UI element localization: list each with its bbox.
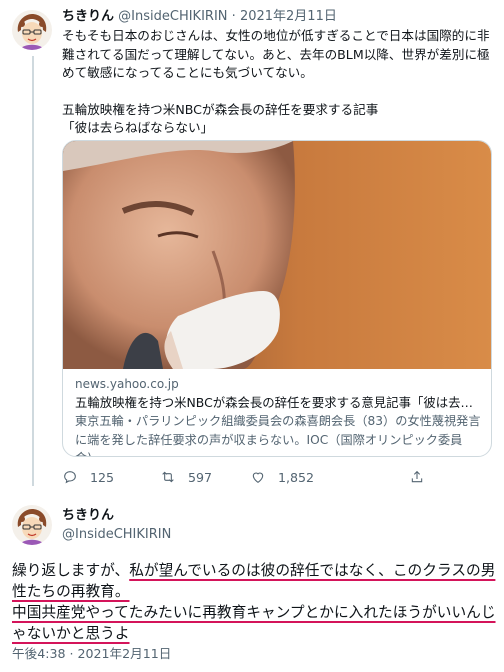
tweet-timestamp[interactable]: 午後4:38 · 2021年2月11日 — [12, 645, 171, 663]
link-card[interactable]: news.yahoo.co.jp 五輪放映権を持つ米NBCが森会長の辞任を要求す… — [62, 140, 492, 457]
separator: · — [231, 9, 236, 24]
tweet-text-segment: 繰り返しますが、 — [12, 562, 130, 579]
tweet-text: そもそも日本のおじさんは、女性の地位が低すぎることで日本は国際的に非難されてる国… — [62, 27, 494, 138]
avatar-illustration — [12, 10, 52, 50]
reply-icon — [64, 471, 76, 484]
author-handle[interactable]: @InsideCHIKIRIN — [62, 526, 171, 544]
avatar[interactable] — [12, 505, 52, 545]
avatar[interactable] — [12, 10, 52, 50]
tweet-header: ちきりん @InsideCHIKIRIN · 2021年2月11日 — [62, 8, 337, 26]
tweet-date[interactable]: 2021年2月11日 — [240, 9, 337, 24]
thread-connector — [32, 56, 34, 486]
reply-count: 125 — [90, 469, 115, 485]
card-text: news.yahoo.co.jp 五輪放映権を持つ米NBCが森会長の辞任を要求す… — [75, 375, 485, 456]
tweet-text: 繰り返しますが、私が望んでいるのは彼の辞任ではなく、このクラスの男性たちの再教育… — [12, 560, 496, 644]
card-domain: news.yahoo.co.jp — [75, 377, 179, 391]
author-handle[interactable]: @InsideCHIKIRIN — [118, 9, 227, 24]
like-count: 1,852 — [278, 469, 315, 485]
retweet-button[interactable]: 597 — [160, 466, 212, 488]
card-description: 東京五輪・パラリンピック組織委員会の森喜朗会長（83）の女性蔑視発言に端を発した… — [75, 414, 481, 456]
share-button[interactable] — [409, 466, 437, 488]
retweet-count: 597 — [188, 469, 213, 485]
tweet-paragraph: そもそも日本のおじさんは、女性の地位が低すぎることで日本は国際的に非難されてる国… — [62, 28, 490, 80]
heart-icon — [252, 472, 264, 483]
tweet-paragraph: 五輪放映権を持つ米NBCが森会長の辞任を要求する記事 「彼は去らねばならない」 — [62, 101, 379, 136]
avatar-illustration — [12, 505, 52, 545]
retweet-icon — [162, 471, 174, 483]
reply-button[interactable]: 125 — [62, 466, 114, 488]
card-photo — [63, 141, 491, 369]
underlined-text-segment: 中国共産党やってたみたいに再教育キャンプとかに入れたほうがいいんじゃないかと思う… — [12, 604, 496, 642]
author-name[interactable]: ちきりん — [62, 9, 114, 24]
card-title[interactable]: 五輪放映権を持つ米NBCが森会長の辞任を要求する意見記事「彼は去らね... — [75, 393, 485, 412]
tweet-actions: 125 597 1,852 — [62, 466, 462, 488]
author-name[interactable]: ちきりん — [62, 507, 114, 525]
share-icon — [411, 470, 423, 483]
like-button[interactable]: 1,852 — [250, 466, 314, 488]
